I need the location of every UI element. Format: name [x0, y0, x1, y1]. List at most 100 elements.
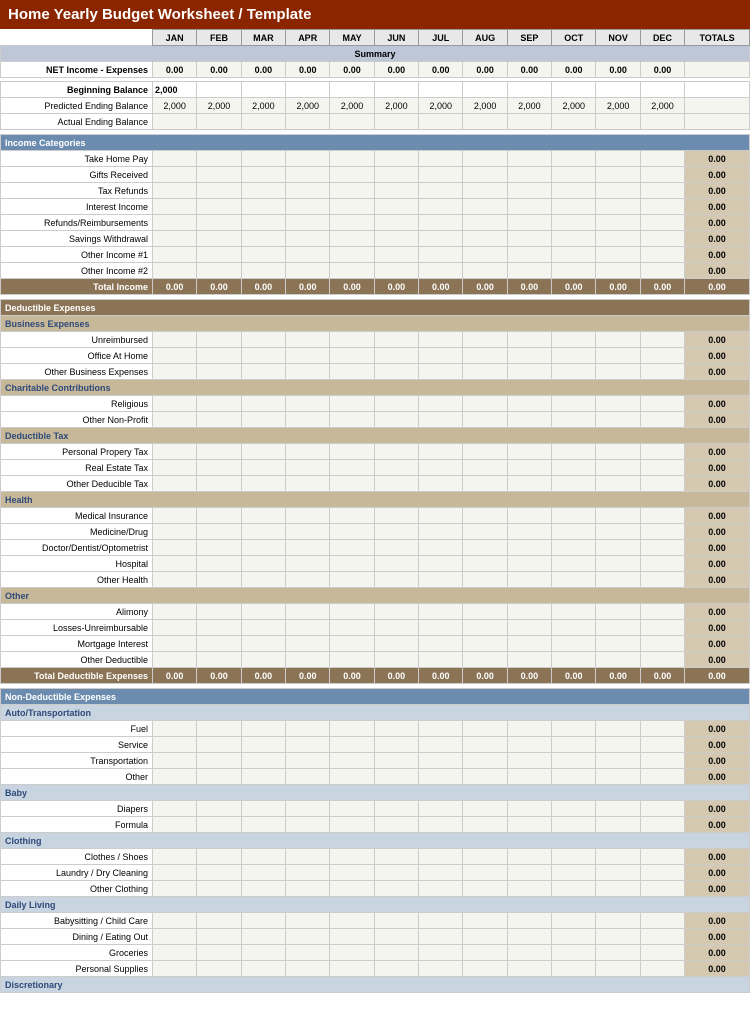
ae-oct[interactable]	[552, 114, 596, 130]
religious-row: Religious 0.00	[1, 396, 750, 412]
personal-supplies-row: Personal Supplies 0.00	[1, 961, 750, 977]
pe-apr[interactable]: 2,000	[286, 98, 330, 114]
other-business-label: Other Business Expenses	[1, 364, 153, 380]
actual-ending-row: Actual Ending Balance	[1, 114, 750, 130]
ae-mar[interactable]	[241, 114, 285, 130]
col-sep: SEP	[507, 30, 551, 46]
bb-jun	[374, 82, 418, 98]
clothing-label: Clothing	[1, 833, 750, 849]
predicted-ending-label: Predicted Ending Balance	[1, 98, 153, 114]
pe-jun[interactable]: 2,000	[374, 98, 418, 114]
beginning-balance-value[interactable]: 2,000	[153, 82, 197, 98]
ae-may[interactable]	[330, 114, 374, 130]
losses-row: Losses-Unreimbursable 0.00	[1, 620, 750, 636]
net-sep[interactable]: 0.00	[507, 62, 551, 78]
col-label	[1, 30, 153, 46]
ae-feb[interactable]	[197, 114, 241, 130]
net-totals[interactable]	[685, 62, 750, 78]
savings-label: Savings Withdrawal	[1, 231, 153, 247]
other-deductible-header: Other	[1, 588, 750, 604]
pe-nov[interactable]: 2,000	[596, 98, 640, 114]
total-deductible-label: Total Deductible Expenses	[1, 668, 153, 684]
other-deductible-row: Other Deductible 0.00	[1, 652, 750, 668]
pe-mar[interactable]: 2,000	[241, 98, 285, 114]
net-aug[interactable]: 0.00	[463, 62, 507, 78]
income-interest: Interest Income 0.00	[1, 199, 750, 215]
bb-jul	[419, 82, 463, 98]
bb-may	[330, 82, 374, 98]
ae-nov[interactable]	[596, 114, 640, 130]
net-jul[interactable]: 0.00	[419, 62, 463, 78]
pe-dec[interactable]: 2,000	[640, 98, 684, 114]
other-deductible-item-label: Other Deductible	[1, 652, 153, 668]
ae-totals[interactable]	[685, 114, 750, 130]
real-estate-label: Real Estate Tax	[1, 460, 153, 476]
net-dec[interactable]: 0.00	[640, 62, 684, 78]
pe-oct[interactable]: 2,000	[552, 98, 596, 114]
ae-dec[interactable]	[640, 114, 684, 130]
groceries-row: Groceries 0.00	[1, 945, 750, 961]
net-apr[interactable]: 0.00	[286, 62, 330, 78]
net-jun[interactable]: 0.00	[374, 62, 418, 78]
pe-may[interactable]: 2,000	[330, 98, 374, 114]
ae-jul[interactable]	[419, 114, 463, 130]
other-clothing-row: Other Clothing 0.00	[1, 881, 750, 897]
health-header: Health	[1, 492, 750, 508]
mortgage-label: Mortgage Interest	[1, 636, 153, 652]
income-take-home: Take Home Pay 0.00	[1, 151, 750, 167]
ae-jan[interactable]	[153, 114, 197, 130]
total-deductible-row: Total Deductible Expenses 0.000.000.000.…	[1, 668, 750, 684]
daily-living-label: Daily Living	[1, 897, 750, 913]
net-nov[interactable]: 0.00	[596, 62, 640, 78]
bb-nov	[596, 82, 640, 98]
fuel-label: Fuel	[1, 721, 153, 737]
doctor-row: Doctor/Dentist/Optometrist 0.00	[1, 540, 750, 556]
personal-property-row: Personal Propery Tax 0.00	[1, 444, 750, 460]
interest-label: Interest Income	[1, 199, 153, 215]
take-home-label: Take Home Pay	[1, 151, 153, 167]
unreimbursed-row: Unreimbursed 0.00	[1, 332, 750, 348]
ae-apr[interactable]	[286, 114, 330, 130]
business-expenses-label: Business Expenses	[1, 316, 750, 332]
nonprofit-label: Other Non-Profit	[1, 412, 153, 428]
summary-label: Summary	[1, 46, 750, 62]
col-jun: JUN	[374, 30, 418, 46]
net-oct[interactable]: 0.00	[552, 62, 596, 78]
religious-label: Religious	[1, 396, 153, 412]
ae-aug[interactable]	[463, 114, 507, 130]
bb-oct	[552, 82, 596, 98]
summary-header-row: Summary	[1, 46, 750, 62]
bb-feb	[197, 82, 241, 98]
col-may: MAY	[330, 30, 374, 46]
net-may[interactable]: 0.00	[330, 62, 374, 78]
col-feb: FEB	[197, 30, 241, 46]
col-dec: DEC	[640, 30, 684, 46]
pe-jul[interactable]: 2,000	[419, 98, 463, 114]
clothes-shoes-row: Clothes / Shoes 0.00	[1, 849, 750, 865]
babysitting-row: Babysitting / Child Care 0.00	[1, 913, 750, 929]
pe-feb[interactable]: 2,000	[197, 98, 241, 114]
alimony-label: Alimony	[1, 604, 153, 620]
deductible-tax-label: Deductible Tax	[1, 428, 750, 444]
nondeductible-section-header: Non-Deductible Expenses	[1, 689, 750, 705]
pe-aug[interactable]: 2,000	[463, 98, 507, 114]
pe-totals[interactable]	[685, 98, 750, 114]
net-jan[interactable]: 0.00	[153, 62, 197, 78]
pe-jan[interactable]: 2,000	[153, 98, 197, 114]
net-mar[interactable]: 0.00	[241, 62, 285, 78]
unreimbursed-label: Unreimbursed	[1, 332, 153, 348]
charitable-header: Charitable Contributions	[1, 380, 750, 396]
other-health-row: Other Health 0.00	[1, 572, 750, 588]
other-health-label: Other Health	[1, 572, 153, 588]
bb-sep	[507, 82, 551, 98]
ae-jun[interactable]	[374, 114, 418, 130]
ae-sep[interactable]	[507, 114, 551, 130]
pe-sep[interactable]: 2,000	[507, 98, 551, 114]
net-feb[interactable]: 0.00	[197, 62, 241, 78]
bb-aug	[463, 82, 507, 98]
col-mar: MAR	[241, 30, 285, 46]
losses-label: Losses-Unreimbursable	[1, 620, 153, 636]
bb-dec	[640, 82, 684, 98]
transportation-row: Transportation 0.00	[1, 753, 750, 769]
income-refunds: Refunds/Reimbursements 0.00	[1, 215, 750, 231]
